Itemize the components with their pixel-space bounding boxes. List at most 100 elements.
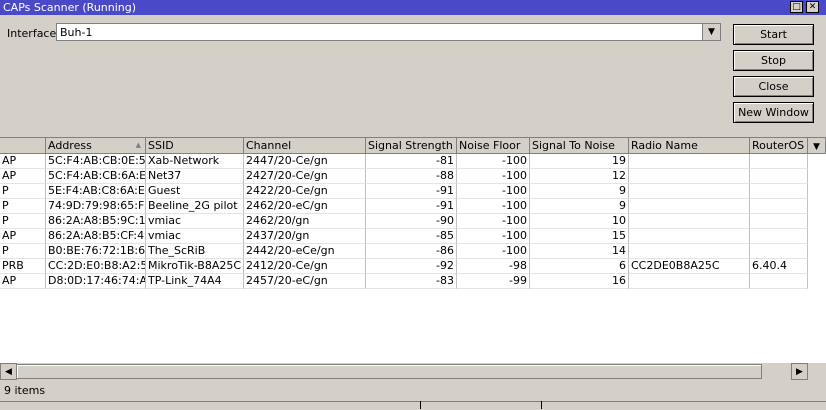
cell-noise-floor: -98 [457, 259, 530, 274]
cell-routeros [750, 199, 808, 214]
cell-routeros [750, 169, 808, 184]
interface-value: Buh-1 [60, 26, 93, 39]
cell-type: AP [0, 169, 46, 184]
status-divider [420, 401, 421, 409]
new-window-button[interactable]: New Window [733, 102, 814, 123]
cell-signal-strength: -86 [366, 244, 457, 259]
cell-ssid: Guest [146, 184, 244, 199]
interface-select[interactable]: Buh-1 ▼ [56, 23, 721, 41]
cell-channel: 2422/20-Ce/gn [244, 184, 366, 199]
maximize-button[interactable]: □ [790, 1, 803, 13]
interface-dropdown-button[interactable]: ▼ [702, 24, 720, 40]
cell-radio-name [629, 229, 750, 244]
cell-radio-name [629, 214, 750, 229]
stop-button[interactable]: Stop [733, 50, 814, 71]
table-row[interactable]: AP 86:2A:A8:B5:CF:42 vmiac 2437/20/gn -85 -10… [0, 229, 826, 244]
table-row[interactable]: AP 5C:F4:AB:CB:6A:EC Net37 2427/20-Ce/gn -88… [0, 169, 826, 184]
cell-noise-floor: -100 [457, 169, 530, 184]
cell-address: 74:9D:79:98:65:F6 [46, 199, 146, 214]
cell-radio-name: CC2DE0B8A25C [629, 259, 750, 274]
sort-asc-icon: ▲ [135, 141, 141, 149]
column-header-signal-strength[interactable]: Signal Strength [366, 138, 457, 154]
column-header-address[interactable]: Address ▲ [46, 138, 146, 154]
cell-ssid: Xab-Network [146, 154, 244, 169]
column-header-label: Noise Floor [459, 139, 521, 152]
cell-type: P [0, 199, 46, 214]
cell-address: CC:2D:E0:B8:A2:5C [46, 259, 146, 274]
column-header-label: Channel [246, 139, 292, 152]
scrollbar-thumb[interactable] [16, 364, 762, 379]
table-row[interactable]: P 86:2A:A8:B5:9C:1D vmiac 2462/20/gn -90 -100… [0, 214, 826, 229]
cell-routeros [750, 154, 808, 169]
cell-ssid: MikroTik-B8A25C [146, 259, 244, 274]
cell-signal-strength: -83 [366, 274, 457, 289]
cell-routeros: 6.40.4 [750, 259, 808, 274]
table-row[interactable]: AP 5C:F4:AB:CB:0E:58 Xab-Network 2447/20-Ce… [0, 154, 826, 169]
cell-type: P [0, 184, 46, 199]
column-header-channel[interactable]: Channel [244, 138, 366, 154]
column-header-label: Signal To Noise [532, 139, 615, 152]
table-row[interactable]: AP D8:0D:17:46:74:A4 TP-Link_74A4 2457/20-e… [0, 274, 826, 289]
cell-routeros [750, 184, 808, 199]
title-bar[interactable]: CAPs Scanner (Running) □ ✕ [0, 0, 826, 15]
column-header-label: RouterOS [752, 139, 805, 152]
column-header-radio-name[interactable]: Radio Name [629, 138, 750, 154]
cell-type: P [0, 214, 46, 229]
column-header-label: Signal Strength [368, 139, 453, 152]
items-count: 9 items [4, 384, 46, 397]
close-button[interactable]: Close [733, 76, 814, 97]
cell-signal-to-noise: 10 [530, 214, 629, 229]
cell-channel: 2427/20-Ce/gn [244, 169, 366, 184]
cell-ssid: vmiac [146, 229, 244, 244]
cell-signal-strength: -90 [366, 214, 457, 229]
interface-label: Interface: [7, 27, 60, 40]
cell-channel: 2457/20-eC/gn [244, 274, 366, 289]
column-header-ssid[interactable]: SSID [146, 138, 244, 154]
cell-radio-name [629, 244, 750, 259]
column-menu-button[interactable]: ▼ [806, 138, 826, 154]
table-row[interactable]: PRB CC:2D:E0:B8:A2:5C MikroTik-B8A25C 2412/… [0, 259, 826, 274]
scan-results-table: Address ▲ SSID Channel Signal Strength Noise … [0, 137, 826, 364]
cell-noise-floor: -100 [457, 244, 530, 259]
cell-address: B0:BE:76:72:1B:6C [46, 244, 146, 259]
cell-type: AP [0, 229, 46, 244]
cell-ssid: Beeline_2G pilot [146, 199, 244, 214]
cell-noise-floor: -100 [457, 154, 530, 169]
column-header-label: SSID [148, 139, 174, 152]
cell-ssid: The_ScRiB [146, 244, 244, 259]
cell-address: 5E:F4:AB:C8:6A:EC [46, 184, 146, 199]
close-window-button[interactable]: ✕ [806, 1, 819, 13]
cell-signal-to-noise: 19 [530, 154, 629, 169]
column-header-type[interactable] [0, 138, 46, 154]
cell-ssid: TP-Link_74A4 [146, 274, 244, 289]
column-header-noise-floor[interactable]: Noise Floor [457, 138, 530, 154]
horizontal-scrollbar[interactable]: ◀ ▶ [0, 363, 826, 380]
cell-radio-name [629, 154, 750, 169]
maximize-icon: □ [792, 1, 801, 12]
column-header-signal-to-noise[interactable]: Signal To Noise [530, 138, 629, 154]
cell-signal-to-noise: 14 [530, 244, 629, 259]
cell-address: 5C:F4:AB:CB:0E:58 [46, 154, 146, 169]
column-header-label: Address [48, 139, 92, 152]
status-bar: 9 items [0, 380, 826, 401]
table-row[interactable]: P B0:BE:76:72:1B:6C The_ScRiB 2442/20-eCe/g… [0, 244, 826, 259]
cell-channel: 2462/20/gn [244, 214, 366, 229]
status-divider [541, 401, 542, 409]
cell-noise-floor: -100 [457, 214, 530, 229]
cell-noise-floor: -100 [457, 184, 530, 199]
chevron-left-icon: ◀ [5, 366, 12, 377]
cell-routeros [750, 244, 808, 259]
scroll-left-button[interactable]: ◀ [0, 363, 17, 380]
cell-type: PRB [0, 259, 46, 274]
table-row[interactable]: P 5E:F4:AB:C8:6A:EC Guest 2422/20-Ce/gn -91-… [0, 184, 826, 199]
cell-channel: 2437/20/gn [244, 229, 366, 244]
cell-address: 5C:F4:AB:CB:6A:EC [46, 169, 146, 184]
column-header-routeros[interactable]: RouterOS [750, 138, 808, 154]
start-button[interactable]: Start [733, 24, 814, 45]
cell-channel: 2462/20-eC/gn [244, 199, 366, 214]
chevron-down-icon: ▼ [813, 142, 820, 152]
chevron-right-icon: ▶ [796, 366, 803, 377]
scroll-right-button[interactable]: ▶ [791, 363, 808, 380]
cell-noise-floor: -100 [457, 199, 530, 214]
table-row[interactable]: P 74:9D:79:98:65:F6 Beeline_2G pilot 2462/2… [0, 199, 826, 214]
